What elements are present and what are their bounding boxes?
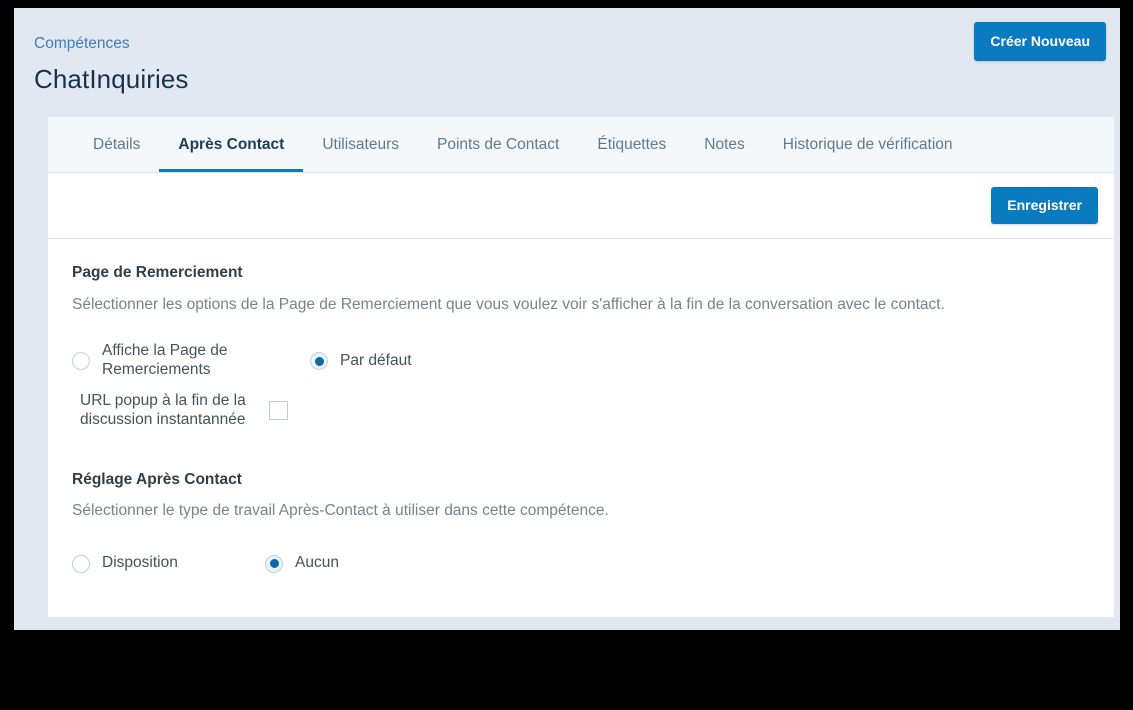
label-disposition: Disposition [102, 554, 178, 572]
radio-dot [269, 559, 279, 569]
radio-show-thank-you-page[interactable] [72, 352, 90, 370]
main-card: Détails Après Contact Utilisateurs Point… [48, 117, 1114, 617]
tab-bar: Détails Après Contact Utilisateurs Point… [48, 117, 1114, 173]
option-row-popup-url: URL popup à la fin de la discussion inst… [72, 392, 1114, 430]
tab-apres-contact[interactable]: Après Contact [159, 117, 304, 172]
section-title-after-contact: Réglage Après Contact [72, 470, 242, 488]
radio-disposition[interactable] [72, 554, 90, 573]
option-none[interactable]: Aucun [265, 554, 339, 573]
create-new-button[interactable]: Créer Nouveau [974, 22, 1106, 61]
save-button[interactable]: Enregistrer [991, 187, 1098, 224]
section-description-thank-you-page: Sélectionner les options de la Page de R… [72, 295, 945, 313]
option-disposition[interactable]: Disposition [72, 554, 296, 573]
option-default[interactable]: Par défaut [310, 352, 412, 371]
form-body: Page de Remerciement Sélectionner les op… [48, 239, 1114, 581]
app-viewport: Compétences ChatInquiries Créer Nouveau … [14, 8, 1120, 630]
section-after-contact: Réglage Après Contact Sélectionner le ty… [72, 472, 1114, 581]
label-show-thank-you-page: Affiche la Page de Remerciements [102, 342, 228, 378]
tab-notes[interactable]: Notes [685, 117, 764, 172]
section-description-after-contact: Sélectionner le type de travail Après-Co… [72, 502, 609, 520]
tab-utilisateurs[interactable]: Utilisateurs [303, 117, 418, 172]
option-popup-url[interactable]: URL popup à la fin de la discussion inst… [72, 392, 296, 430]
save-bar: Enregistrer [48, 173, 1114, 239]
option-row-after-contact-type: Disposition Aucun [72, 547, 1114, 581]
section-title-thank-you-page: Page de Remerciement [72, 264, 243, 281]
tab-historique-de-verification[interactable]: Historique de vérification [764, 117, 972, 172]
tab-points-de-contact[interactable]: Points de Contact [418, 117, 578, 172]
label-popup-url: URL popup à la fin de la discussion inst… [80, 391, 246, 428]
label-default: Par défaut [340, 351, 412, 369]
after-contact-options: Disposition Aucun [72, 547, 1114, 581]
breadcrumb-competences[interactable]: Compétences [34, 36, 130, 52]
option-row-show-thank-you-page: Affiche la Page de Remerciements Par déf… [72, 342, 1114, 380]
checkbox-popup-url[interactable] [269, 401, 288, 421]
section-thank-you-page: Page de Remerciement Sélectionner les op… [72, 265, 1114, 430]
page-header: Compétences ChatInquiries Créer Nouveau [14, 8, 1120, 106]
page-title: ChatInquiries [34, 64, 189, 94]
radio-none[interactable] [265, 554, 283, 573]
option-show-thank-you-page[interactable]: Affiche la Page de Remerciements [72, 342, 296, 380]
thank-you-page-options: Affiche la Page de Remerciements Par déf… [72, 342, 1114, 430]
label-none: Aucun [295, 554, 339, 572]
tab-etiquettes[interactable]: Étiquettes [578, 117, 685, 172]
tab-details[interactable]: Détails [74, 117, 159, 172]
radio-default[interactable] [310, 352, 328, 370]
radio-dot [314, 356, 324, 366]
